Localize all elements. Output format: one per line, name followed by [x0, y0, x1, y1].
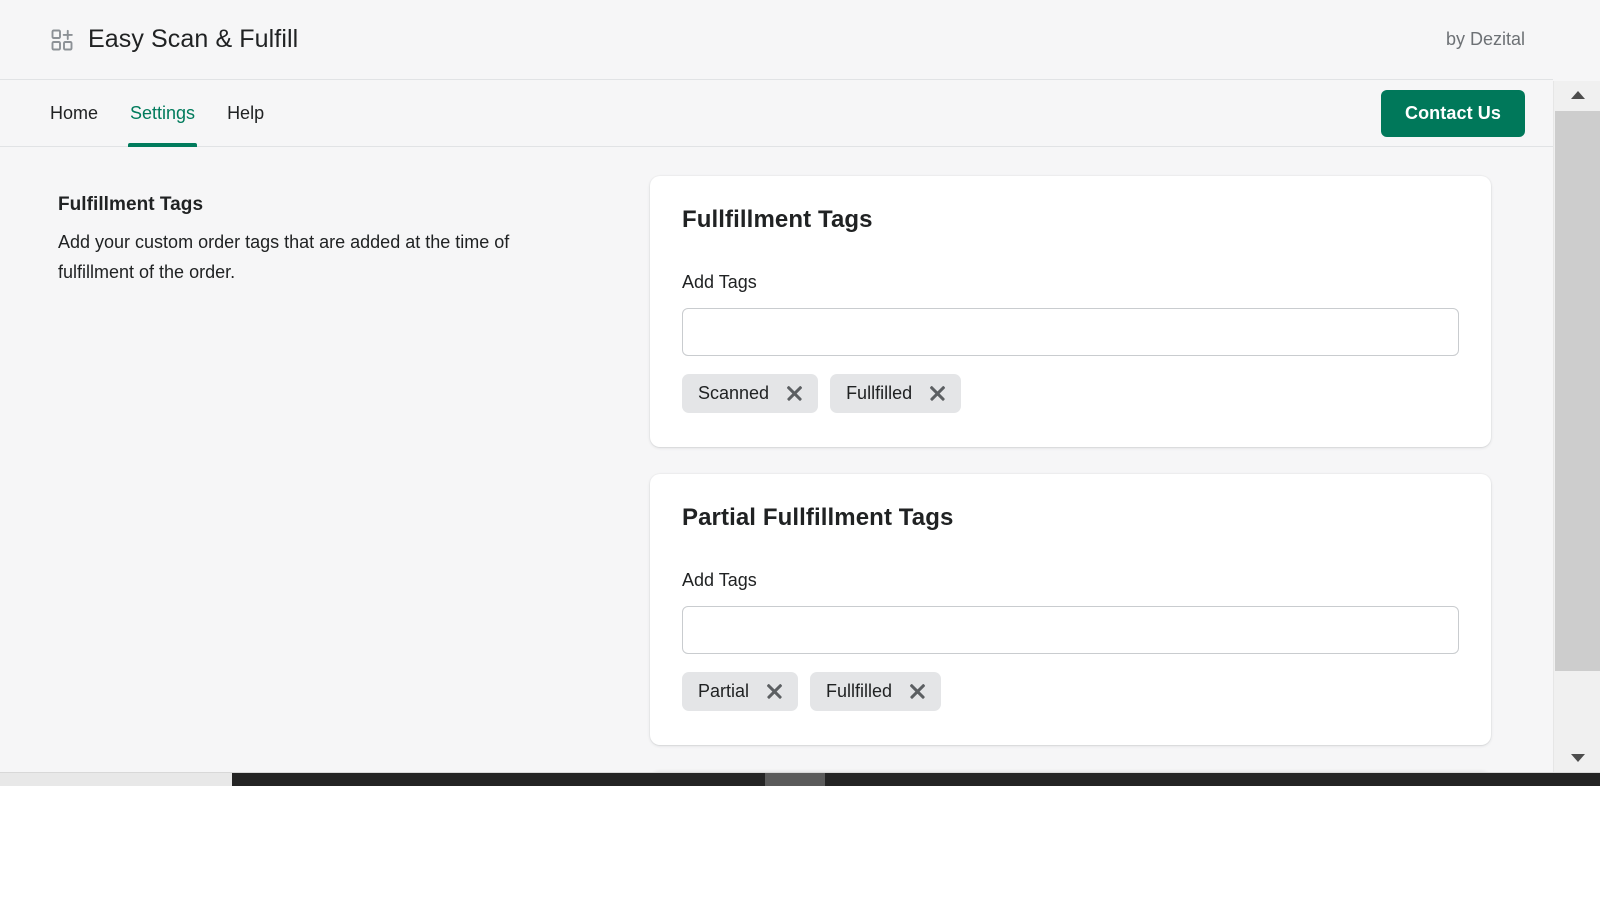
- horizontal-scrollbar-thumb[interactable]: [232, 773, 1600, 787]
- add-tags-label: Add Tags: [682, 272, 1459, 293]
- close-icon[interactable]: [765, 682, 784, 701]
- nav-tabs: Home Settings Help: [50, 81, 280, 147]
- tab-home[interactable]: Home: [50, 81, 114, 147]
- tag-chip: Scanned: [682, 374, 818, 413]
- tag-label: Scanned: [698, 383, 769, 404]
- tag-chip: Partial: [682, 672, 798, 711]
- tag-label: Fullfilled: [826, 681, 892, 702]
- tag-label: Partial: [698, 681, 749, 702]
- add-tags-input[interactable]: [682, 606, 1459, 654]
- nav-bar: Home Settings Help Contact Us: [0, 81, 1553, 147]
- byline: by Dezital: [1446, 29, 1525, 50]
- tag-chip: Fullfilled: [810, 672, 941, 711]
- contact-us-button[interactable]: Contact Us: [1381, 90, 1525, 137]
- app-title: Easy Scan & Fulfill: [88, 25, 298, 54]
- add-tags-input[interactable]: [682, 308, 1459, 356]
- horizontal-scrollbar[interactable]: [0, 772, 1600, 786]
- settings-intro-description: Add your custom order tags that are adde…: [58, 227, 548, 287]
- settings-layout: Fulfillment Tags Add your custom order t…: [0, 148, 1553, 774]
- settings-cards: Fullfillment Tags Add Tags Scanned Fullf…: [650, 176, 1491, 774]
- tab-settings[interactable]: Settings: [114, 81, 211, 147]
- page-bottom-blank: [0, 786, 1600, 900]
- chevron-down-icon[interactable]: [1554, 744, 1600, 772]
- vertical-scrollbar[interactable]: [1553, 81, 1600, 772]
- chevron-up-icon[interactable]: [1554, 81, 1600, 109]
- close-icon[interactable]: [908, 682, 927, 701]
- vertical-scrollbar-thumb[interactable]: [1555, 111, 1600, 671]
- app-header: Easy Scan & Fulfill by Dezital: [0, 0, 1553, 80]
- tab-help[interactable]: Help: [211, 81, 280, 147]
- settings-intro-title: Fulfillment Tags: [58, 194, 650, 216]
- settings-content: Fulfillment Tags Add your custom order t…: [0, 148, 1553, 774]
- card-title: Partial Fullfillment Tags: [682, 504, 1459, 532]
- card-partial-fullfillment-tags: Partial Fullfillment Tags Add Tags Parti…: [650, 474, 1491, 745]
- app-viewport: Easy Scan & Fulfill by Dezital Home Sett…: [0, 0, 1600, 795]
- horizontal-scrollbar-thumb-highlight: [765, 773, 825, 787]
- grid-plus-icon: [50, 28, 74, 52]
- close-icon[interactable]: [928, 384, 947, 403]
- tag-list: Scanned Fullfilled: [682, 374, 1459, 413]
- tag-list: Partial Fullfilled: [682, 672, 1459, 711]
- close-icon[interactable]: [785, 384, 804, 403]
- brand: Easy Scan & Fulfill: [50, 25, 298, 54]
- tag-chip: Fullfilled: [830, 374, 961, 413]
- card-fullfillment-tags: Fullfillment Tags Add Tags Scanned Fullf…: [650, 176, 1491, 447]
- card-title: Fullfillment Tags: [682, 206, 1459, 234]
- tag-label: Fullfilled: [846, 383, 912, 404]
- settings-intro: Fulfillment Tags Add your custom order t…: [58, 176, 650, 774]
- add-tags-label: Add Tags: [682, 570, 1459, 591]
